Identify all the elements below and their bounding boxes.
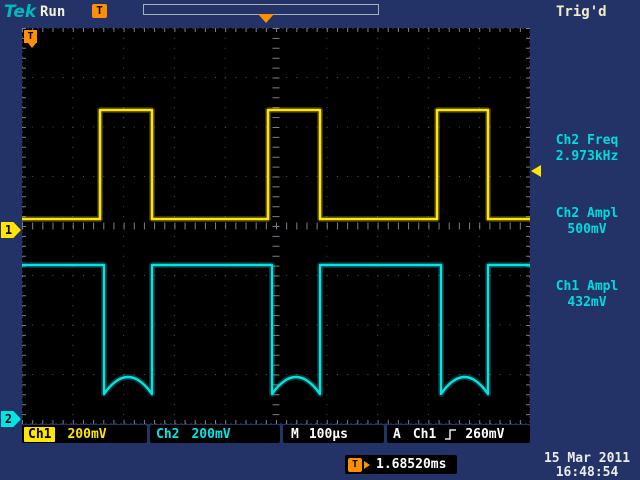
- ch2-label: Ch2: [156, 427, 179, 442]
- trigger-icon: T: [92, 4, 107, 18]
- trigger-time-icon: T: [348, 458, 362, 472]
- measurement-label: Ch1 Ampl: [534, 279, 640, 295]
- measurement-value: 432mV: [534, 295, 640, 311]
- trigger-corner-arrow-icon: [28, 43, 36, 48]
- trigger-readout: A Ch1 260mV: [387, 425, 530, 443]
- trigger-status: Trig'd: [556, 4, 607, 20]
- tek-logo: Tek: [4, 2, 36, 22]
- trigger-source: Ch1: [413, 427, 436, 442]
- timebase-label: M: [291, 427, 299, 442]
- measurement-value: 2.973kHz: [534, 149, 640, 165]
- trigger-time-arrow-icon: [364, 461, 370, 469]
- trigger-time-box: T 1.68520ms: [345, 455, 457, 474]
- measurement-label: Ch2 Ampl: [534, 206, 640, 222]
- datetime: 15 Mar 2011 16:48:54: [534, 452, 640, 480]
- trigger-time-value: 1.68520ms: [376, 457, 446, 472]
- ch1-readout: Ch1 200mV: [22, 425, 147, 443]
- rising-edge-icon: [444, 428, 457, 441]
- measurement-value: 500mV: [534, 222, 640, 238]
- date-text: 15 Mar 2011: [534, 452, 640, 466]
- ch2-readout: Ch2 200mV: [150, 425, 280, 443]
- timebase-readout: M 100µs: [283, 425, 384, 443]
- measurement-panel: Ch2 Freq 2.973kHz Ch2 Ampl 500mV Ch1 Amp…: [534, 133, 640, 352]
- trigger-mode-label: A: [393, 427, 401, 442]
- measurement-block: Ch2 Ampl 500mV: [534, 206, 640, 238]
- measurement-block: Ch1 Ampl 432mV: [534, 279, 640, 311]
- ch1-badge: Ch1: [24, 427, 55, 442]
- trigger-position-marker-icon: [258, 14, 274, 23]
- ch2-scale: 200mV: [191, 427, 230, 442]
- trigger-level-value: 260mV: [465, 427, 504, 442]
- time-text: 16:48:54: [534, 466, 640, 480]
- ch1-ground-marker: 1: [1, 222, 21, 238]
- ch2-ground-marker: 2: [1, 411, 21, 427]
- measurement-block: Ch2 Freq 2.973kHz: [534, 133, 640, 165]
- trigger-corner-marker: T: [24, 30, 37, 43]
- timebase-value: 100µs: [309, 427, 348, 442]
- acquisition-status: Run: [40, 4, 65, 20]
- waveform-display: [22, 28, 530, 424]
- graticule: T: [22, 28, 530, 424]
- ch1-scale: 200mV: [67, 427, 106, 442]
- measurement-label: Ch2 Freq: [534, 133, 640, 149]
